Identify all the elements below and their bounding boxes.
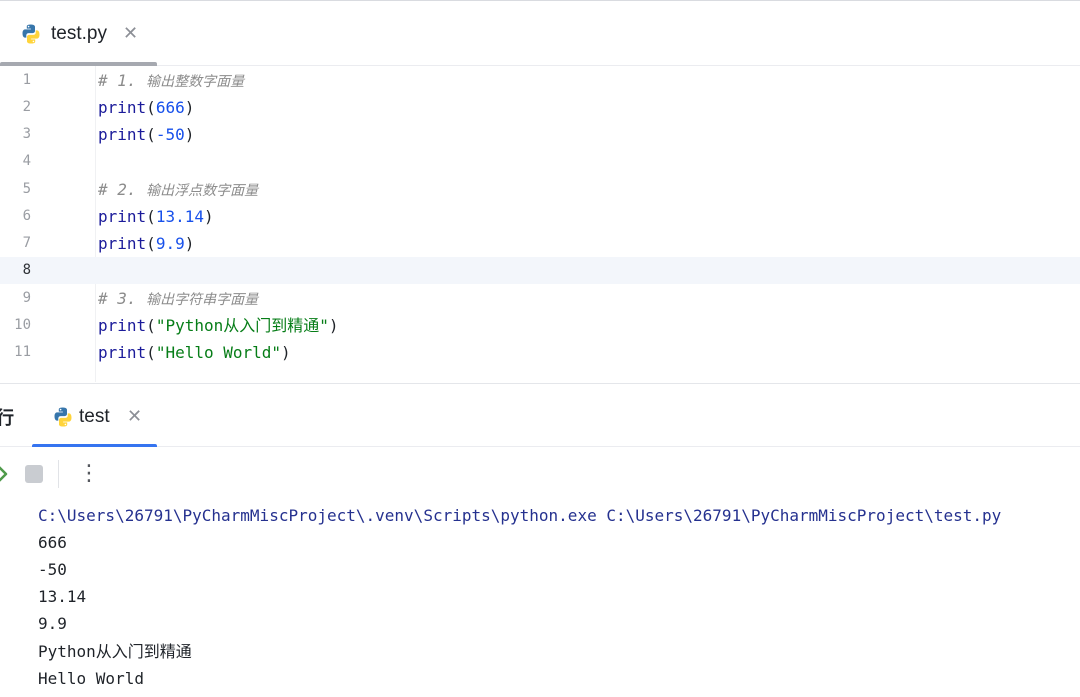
code-line[interactable]: 5 # 2. 输出浮点数字面量 (0, 176, 1080, 203)
code-text: print("Hello World") (98, 339, 291, 366)
number-literal: 9.9 (155, 234, 185, 253)
close-paren: ) (184, 234, 195, 253)
code-line[interactable]: 10 print("Python从入门到精通") (0, 312, 1080, 339)
string-literal: "Python从入门到精通" (155, 316, 329, 335)
console-output-line: -50 (38, 560, 67, 579)
open-paren: ( (146, 125, 156, 144)
code-editor[interactable]: 1 # 1. 输出整数字面量 2 print(666) 3 print(-50)… (0, 66, 1080, 382)
close-paren: ) (281, 343, 291, 362)
code-line[interactable]: 9 # 3. 输出字符串字面量 (0, 285, 1080, 312)
run-tool-window-header: 行 test ✕ (0, 383, 1080, 448)
code-text: print(-50) (98, 121, 194, 148)
run-toolbar (0, 447, 1080, 501)
code-line[interactable]: 4 (0, 148, 1080, 175)
line-number: 1 (22, 72, 31, 88)
comment-text: 输出字符串字面量 (146, 292, 259, 308)
run-panel-title: 行 (0, 408, 14, 429)
line-number: 8 (22, 262, 31, 278)
code-line[interactable]: 7 print(9.9) (0, 230, 1080, 257)
editor-tab-label: test.py (51, 23, 107, 44)
number-literal: 13.14 (155, 207, 204, 226)
function-name: print (98, 98, 147, 117)
close-paren: ) (328, 316, 339, 335)
line-number: 9 (22, 290, 31, 306)
code-text: # 2. 输出浮点数字面量 (98, 176, 258, 205)
comment-text: 输出整数字面量 (146, 74, 245, 90)
console-output-line: 9.9 (38, 614, 67, 633)
rerun-icon[interactable] (0, 462, 8, 486)
string-literal: "Hello World" (155, 343, 282, 362)
code-line[interactable]: 2 print(666) (0, 94, 1080, 121)
function-name: print (98, 125, 147, 144)
stop-icon[interactable] (25, 465, 43, 483)
console-output-line: 13.14 (38, 587, 87, 606)
python-icon (54, 407, 72, 427)
open-paren: ( (146, 98, 156, 117)
line-number: 6 (22, 208, 31, 224)
open-paren: ( (146, 207, 156, 226)
close-paren: ) (203, 207, 214, 226)
code-text: print(9.9) (98, 230, 194, 257)
editor-tab-test-py[interactable]: test.py ✕ (0, 0, 157, 66)
close-paren: ) (184, 98, 195, 117)
open-paren: ( (146, 316, 156, 335)
open-paren: ( (146, 234, 156, 253)
function-name: print (98, 207, 147, 226)
code-text: print(666) (98, 94, 194, 121)
comment-prefix: # 1. (98, 71, 147, 90)
code-line[interactable]: 1 # 1. 输出整数字面量 (0, 67, 1080, 94)
line-number: 3 (22, 126, 31, 142)
code-line[interactable]: 6 print(13.14) (0, 203, 1080, 230)
line-number: 7 (22, 235, 31, 251)
console-output[interactable]: C:\Users\26791\PyCharmMiscProject\.venv\… (0, 501, 1080, 697)
code-text: # 3. 输出字符串字面量 (98, 285, 258, 314)
open-paren: ( (146, 343, 156, 362)
code-line[interactable]: 3 print(-50) (0, 121, 1080, 148)
run-tab-test[interactable]: test ✕ (32, 384, 157, 448)
comment-text: 输出浮点数字面量 (146, 183, 259, 199)
number-literal: 666 (155, 98, 185, 117)
current-code-line[interactable]: 8 (0, 257, 1080, 284)
more-options-icon[interactable]: ⋮ (78, 460, 100, 488)
python-icon (22, 24, 40, 44)
console-command-line[interactable]: C:\Users\26791\PyCharmMiscProject\.venv\… (38, 502, 1001, 529)
run-tab-label: test (79, 406, 110, 427)
function-name: print (98, 343, 147, 362)
console-output-line: Python从入门到精通 (38, 642, 192, 661)
code-text: # 1. 输出整数字面量 (98, 67, 244, 96)
line-number: 5 (22, 181, 31, 197)
number-literal: -50 (155, 125, 185, 144)
console-output-line: 666 (38, 533, 67, 552)
line-number: 10 (14, 317, 31, 333)
console-output-line: Hello World (38, 669, 144, 688)
line-number: 4 (22, 153, 31, 169)
close-paren: ) (184, 125, 195, 144)
window-top-border (0, 0, 1080, 1)
editor-tab-bar: test.py ✕ (0, 0, 1080, 66)
function-name: print (98, 316, 147, 335)
comment-prefix: # 3. (98, 289, 147, 308)
code-line[interactable]: 11 print("Hello World") (0, 339, 1080, 366)
line-number: 11 (14, 344, 31, 360)
code-text: print(13.14) (98, 203, 214, 230)
line-number: 2 (22, 99, 31, 115)
close-icon[interactable]: ✕ (123, 24, 138, 44)
close-icon[interactable]: ✕ (127, 407, 142, 427)
toolbar-divider (58, 460, 59, 488)
code-text: print("Python从入门到精通") (98, 312, 339, 339)
function-name: print (98, 234, 147, 253)
comment-prefix: # 2. (98, 180, 147, 199)
